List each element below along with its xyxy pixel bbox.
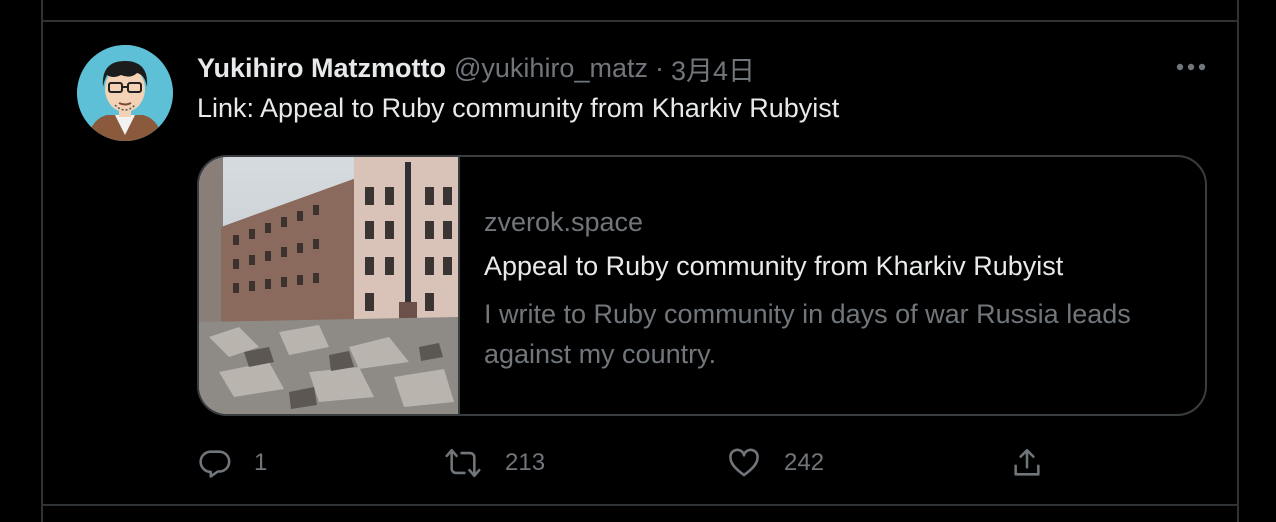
card-image[interactable] (199, 157, 460, 414)
card-domain: zverok.space (484, 207, 644, 237)
like-button[interactable]: 242 (726, 443, 824, 483)
heart-icon (729, 448, 759, 477)
reply-button[interactable]: 1 (198, 443, 267, 483)
reply-icon (199, 450, 231, 478)
share-icon (1014, 448, 1040, 476)
retweet-icon (445, 448, 481, 478)
more-icon (1176, 63, 1206, 71)
avatar[interactable] (77, 45, 173, 141)
card-description: I write to Ruby community in days of war… (484, 299, 1131, 369)
timestamp[interactable]: 3月4日 (671, 49, 755, 88)
top-divider (43, 20, 1237, 22)
author-handle[interactable]: @yukihiro_matz (454, 53, 648, 84)
tweet-column: Yukihiro Matzmotto @yukihiro_matz · 3月4日… (41, 0, 1239, 522)
retweet-count: 213 (505, 449, 546, 476)
author-name[interactable]: Yukihiro Matzmotto (197, 53, 446, 84)
link-card[interactable]: zverok.space Appeal to Ruby community fr… (197, 155, 1207, 416)
tweet-header: Yukihiro Matzmotto @yukihiro_matz · 3月4日 (197, 49, 755, 88)
retweet-button[interactable]: 213 (443, 443, 545, 483)
share-button[interactable] (1010, 443, 1044, 483)
avatar-illustration (77, 45, 173, 141)
separator-dot: · (654, 52, 664, 83)
card-title: Appeal to Ruby community from Kharkiv Ru… (484, 251, 1064, 281)
like-count: 242 (784, 449, 825, 476)
reply-count: 1 (254, 449, 268, 476)
more-button[interactable] (1171, 54, 1211, 80)
tweet-text: Link: Appeal to Ruby community from Khar… (197, 93, 840, 123)
bottom-divider (43, 504, 1237, 506)
card-image-illustration (199, 157, 458, 414)
